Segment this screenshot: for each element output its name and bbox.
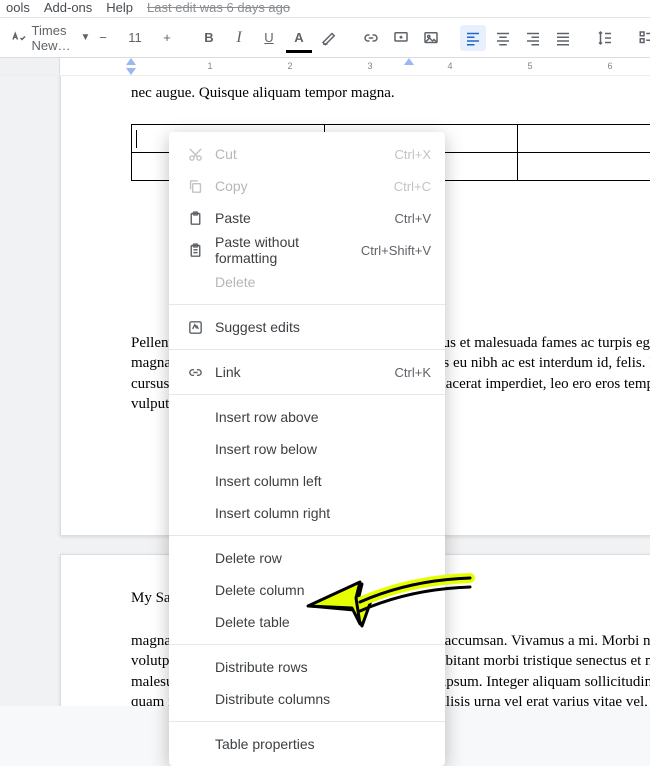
tab-marker[interactable]: [404, 58, 414, 65]
align-justify-button[interactable]: [550, 25, 576, 51]
menu-item-insert-row-above[interactable]: Insert row above: [169, 401, 445, 433]
menu-item-distribute-rows[interactable]: Distribute rows: [169, 651, 445, 683]
checklist-button[interactable]: [634, 25, 650, 51]
menu-item-label: Insert row below: [207, 441, 431, 457]
ruler-number: 5: [527, 61, 532, 71]
menu-item-delete-column[interactable]: Delete column: [169, 574, 445, 606]
menu-separator: [169, 721, 445, 722]
menu-item-delete: Delete: [169, 266, 445, 298]
ruler-number: 4: [447, 61, 452, 71]
menu-item-delete-row[interactable]: Delete row: [169, 542, 445, 574]
ruler-scale: 1 2 3 4 5 6: [60, 58, 650, 75]
ruler-number: 2: [287, 61, 292, 71]
first-line-indent-marker[interactable]: [126, 58, 136, 65]
cut-icon: [183, 146, 207, 163]
align-center-button[interactable]: [490, 25, 516, 51]
align-right-button[interactable]: [520, 25, 546, 51]
font-family-label: Times New…: [32, 23, 71, 53]
table-cell[interactable]: [518, 125, 650, 153]
menu-item-cut: CutCtrl+X: [169, 138, 445, 170]
link-icon: [183, 364, 207, 381]
ruler-number: 1: [207, 61, 212, 71]
font-size-decrease[interactable]: −: [90, 25, 116, 51]
ruler[interactable]: 1 2 3 4 5 6: [0, 58, 650, 76]
paragraph[interactable]: nec augue. Quisque aliquam tempor magna.: [131, 83, 650, 103]
paste-icon: [183, 210, 207, 227]
menu-item-table-properties[interactable]: Table properties: [169, 728, 445, 760]
spellcheck-button[interactable]: [6, 25, 32, 51]
menubar: ools Add-ons Help Last edit was 6 days a…: [0, 0, 650, 18]
menu-separator: [169, 535, 445, 536]
menu-tools[interactable]: ools: [6, 0, 30, 15]
menu-item-shortcut: Ctrl+Shift+V: [361, 243, 431, 258]
menu-item-label: Table properties: [207, 736, 431, 752]
text-color-button[interactable]: A: [286, 25, 312, 51]
highlight-color-button[interactable]: [316, 25, 342, 51]
menu-item-label: Delete table: [207, 614, 431, 630]
chevron-down-icon: ▼: [81, 32, 91, 43]
bold-button[interactable]: B: [196, 25, 222, 51]
menu-item-insert-column-right[interactable]: Insert column right: [169, 497, 445, 529]
menu-separator: [169, 304, 445, 305]
ruler-number: 6: [607, 61, 612, 71]
menu-item-label: Insert column right: [207, 505, 431, 521]
menu-item-label: Cut: [207, 146, 395, 162]
menu-separator: [169, 644, 445, 645]
menu-item-copy: CopyCtrl+C: [169, 170, 445, 202]
underline-button[interactable]: U: [256, 25, 282, 51]
menu-item-label: Copy: [207, 178, 394, 194]
insert-comment-button[interactable]: [388, 25, 414, 51]
menu-item-shortcut: Ctrl+C: [394, 179, 431, 194]
menu-item-insert-row-below[interactable]: Insert row below: [169, 433, 445, 465]
menu-item-label: Paste: [207, 210, 395, 226]
menu-item-suggest-edits[interactable]: Suggest edits: [169, 311, 445, 343]
menu-item-label: Delete: [207, 274, 431, 290]
menu-help[interactable]: Help: [106, 0, 133, 15]
menu-addons[interactable]: Add-ons: [44, 0, 92, 15]
menu-item-shortcut: Ctrl+V: [395, 211, 431, 226]
ruler-margin: [0, 58, 60, 75]
menu-item-label: Distribute columns: [207, 691, 431, 707]
menu-item-label: Insert row above: [207, 409, 431, 425]
menu-item-label: Distribute rows: [207, 659, 431, 675]
italic-button[interactable]: I: [226, 25, 252, 51]
table-cell[interactable]: [518, 153, 650, 181]
menu-item-label: Paste without formatting: [207, 234, 361, 266]
menu-separator: [169, 394, 445, 395]
insert-link-button[interactable]: [358, 25, 384, 51]
menu-item-label: Link: [207, 364, 395, 380]
menu-item-label: Delete column: [207, 582, 431, 598]
menu-item-delete-table[interactable]: Delete table: [169, 606, 445, 638]
menu-item-paste-without-formatting[interactable]: Paste without formattingCtrl+Shift+V: [169, 234, 445, 266]
font-family-select[interactable]: Times New… ▼: [48, 25, 74, 51]
menu-item-shortcut: Ctrl+K: [395, 365, 431, 380]
menu-item-link[interactable]: LinkCtrl+K: [169, 356, 445, 388]
menu-item-shortcut: Ctrl+X: [395, 147, 431, 162]
align-left-button[interactable]: [460, 25, 486, 51]
menu-separator: [169, 349, 445, 350]
suggest-icon: [183, 319, 207, 336]
insert-image-button[interactable]: [418, 25, 444, 51]
menu-item-label: Suggest edits: [207, 319, 431, 335]
menu-item-label: Delete row: [207, 550, 431, 566]
line-spacing-button[interactable]: [592, 25, 618, 51]
ruler-number: 3: [367, 61, 372, 71]
left-indent-marker[interactable]: [126, 68, 136, 75]
menu-item-distribute-columns[interactable]: Distribute columns: [169, 683, 445, 715]
menu-item-paste[interactable]: PasteCtrl+V: [169, 202, 445, 234]
menu-item-label: Insert column left: [207, 473, 431, 489]
context-menu: CutCtrl+XCopyCtrl+CPasteCtrl+VPaste with…: [169, 132, 445, 766]
paste-plain-icon: [183, 242, 207, 259]
font-size-increase[interactable]: +: [154, 25, 180, 51]
text-cursor: [136, 130, 137, 148]
last-edit-status[interactable]: Last edit was 6 days ago: [147, 0, 290, 15]
menu-item-insert-column-left[interactable]: Insert column left: [169, 465, 445, 497]
font-size-value[interactable]: 11: [122, 25, 148, 51]
toolbar: Times New… ▼ − 11 + B I U A: [0, 18, 650, 58]
copy-icon: [183, 178, 207, 195]
